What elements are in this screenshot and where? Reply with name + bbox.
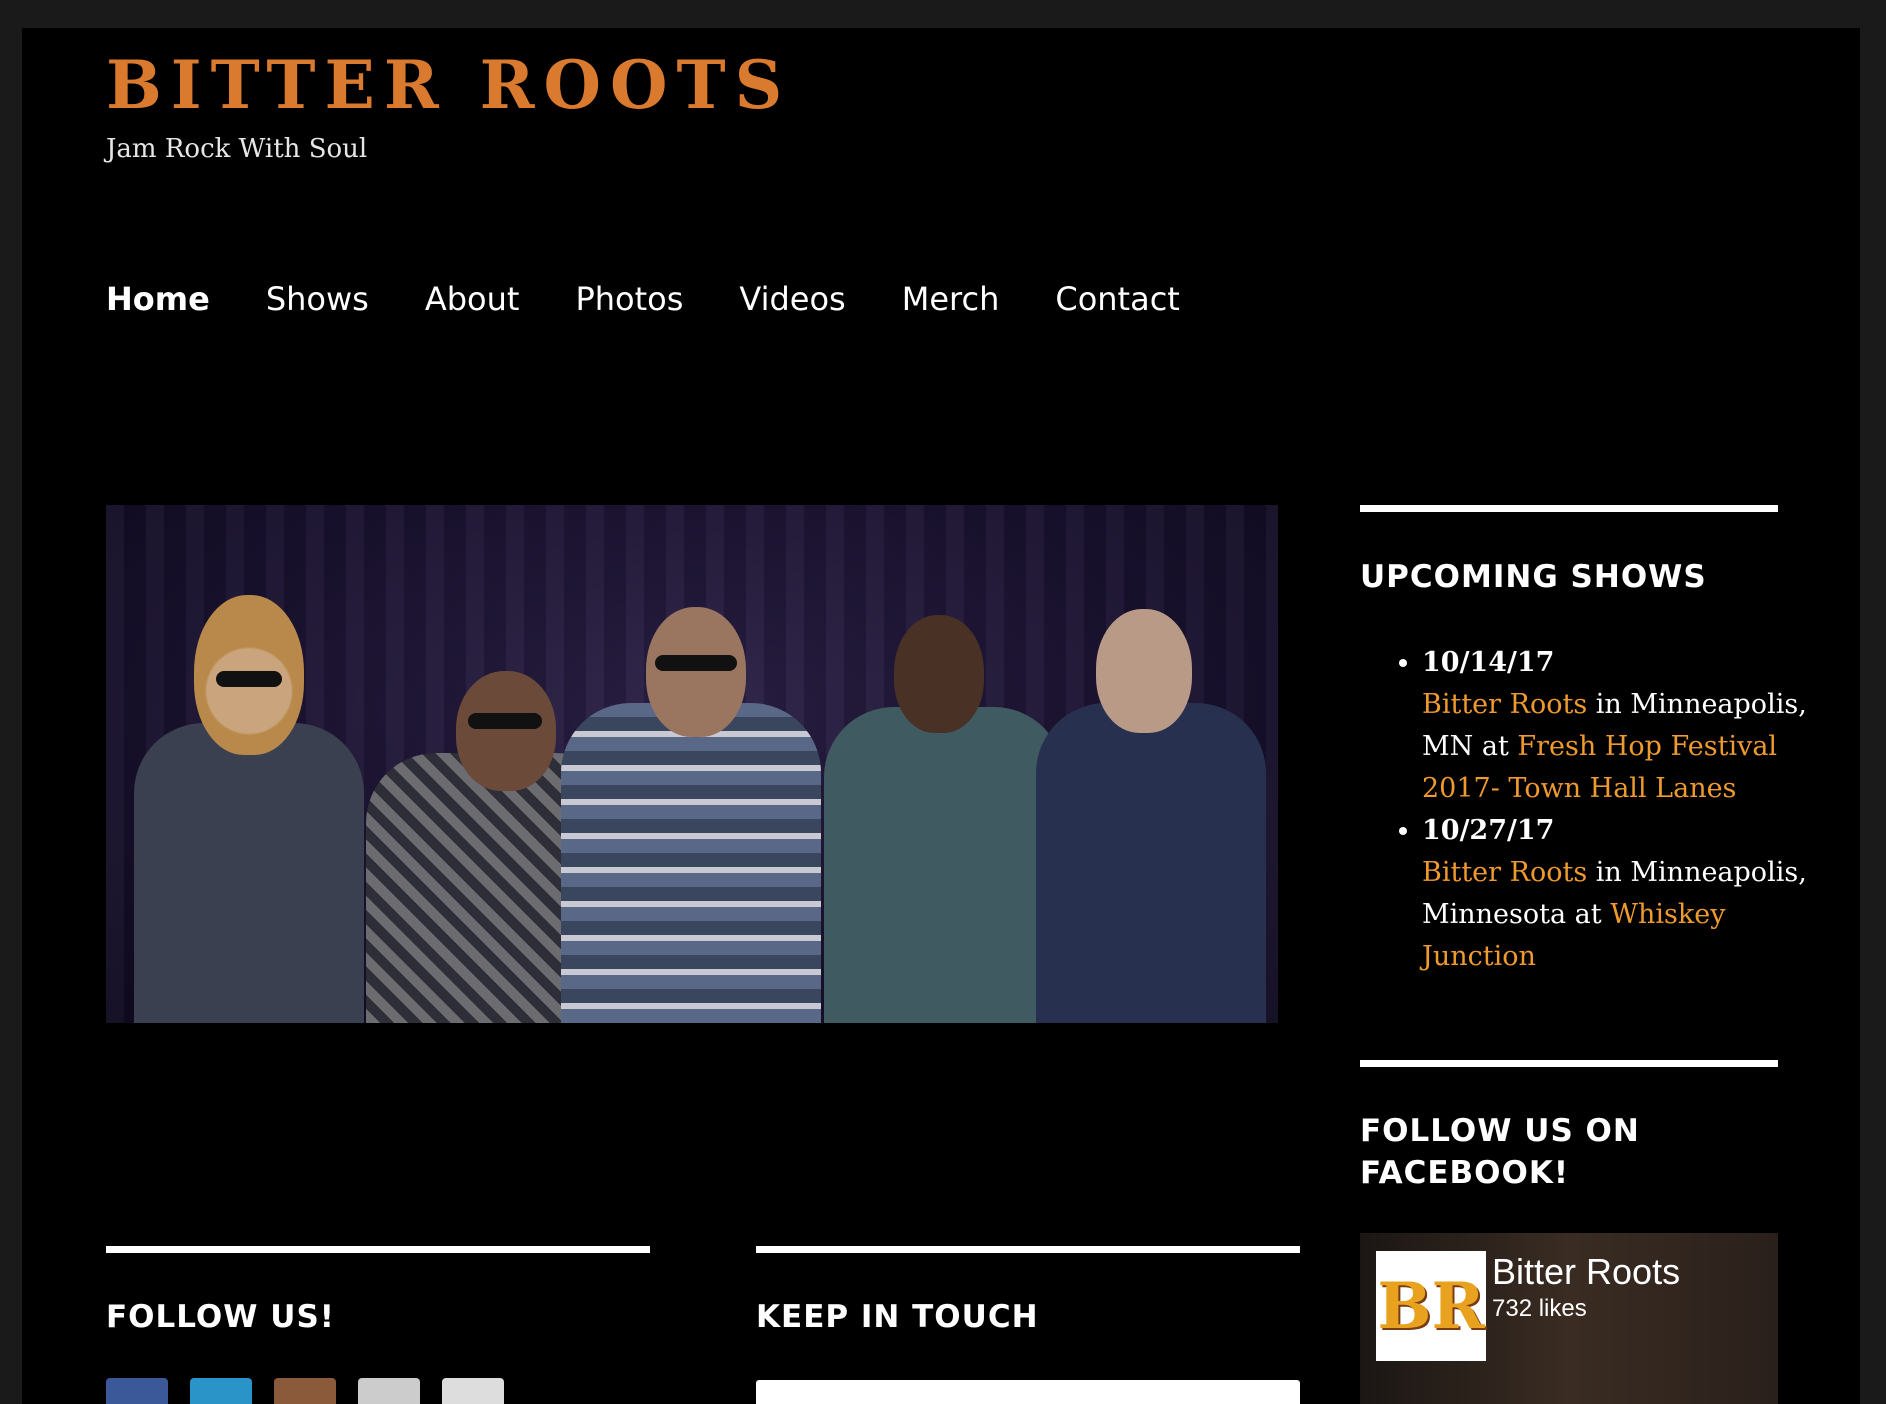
- facebook-likes-count: 732 likes: [1492, 1295, 1587, 1322]
- twitter-icon[interactable]: [190, 1378, 252, 1404]
- nav-about[interactable]: About: [425, 280, 520, 318]
- band-photo: [106, 505, 1278, 1023]
- facebook-widget-title: FOLLOW US ON FACEBOOK!: [1360, 1113, 1640, 1191]
- site-tagline: Jam Rock With Soul: [106, 134, 368, 164]
- band-logo[interactable]: BR: [1376, 1251, 1486, 1361]
- show-artist-link[interactable]: Bitter Roots: [1422, 689, 1587, 720]
- keep-in-touch-title: KEEP IN TOUCH: [756, 1299, 1039, 1335]
- upcoming-shows-title: UPCOMING SHOWS: [1360, 559, 1707, 595]
- widget-divider: [1360, 1060, 1778, 1067]
- widget-divider: [756, 1246, 1300, 1253]
- facebook-icon[interactable]: [106, 1378, 168, 1404]
- site-title[interactable]: BITTER ROOTS: [106, 46, 791, 124]
- facebook-page-name[interactable]: Bitter Roots: [1492, 1251, 1680, 1293]
- reverbnation-icon[interactable]: [358, 1378, 420, 1404]
- nav-home[interactable]: Home: [106, 280, 210, 318]
- show-artist-link[interactable]: Bitter Roots: [1422, 857, 1587, 888]
- email-field[interactable]: [756, 1380, 1300, 1404]
- widget-divider: [1360, 505, 1778, 512]
- band-member: [1026, 595, 1266, 1023]
- nav-merch[interactable]: Merch: [902, 280, 1000, 318]
- instagram-icon[interactable]: [274, 1378, 336, 1404]
- main-nav: Home Shows About Photos Videos Merch Con…: [106, 280, 1180, 318]
- show-date: 10/14/17: [1422, 647, 1555, 678]
- nav-videos[interactable]: Videos: [739, 280, 845, 318]
- upcoming-shows-list: 10/14/17 Bitter Roots in Minneapolis, MN…: [1390, 642, 1842, 978]
- widget-divider: [106, 1246, 650, 1253]
- nav-photos[interactable]: Photos: [575, 280, 683, 318]
- nav-contact[interactable]: Contact: [1055, 280, 1180, 318]
- show-item: 10/27/17 Bitter Roots in Minneapolis, Mi…: [1422, 810, 1842, 978]
- facebook-page-embed[interactable]: BR Bitter Roots 732 likes: [1360, 1233, 1778, 1404]
- youtube-icon[interactable]: [442, 1378, 504, 1404]
- show-item: 10/14/17 Bitter Roots in Minneapolis, MN…: [1422, 642, 1842, 810]
- site-container: BITTER ROOTS Jam Rock With Soul Home Sho…: [22, 28, 1860, 1404]
- nav-shows[interactable]: Shows: [266, 280, 369, 318]
- show-date: 10/27/17: [1422, 815, 1555, 846]
- band-member: [124, 575, 374, 1023]
- band-member: [551, 597, 831, 1023]
- follow-us-title: FOLLOW US!: [106, 1299, 335, 1335]
